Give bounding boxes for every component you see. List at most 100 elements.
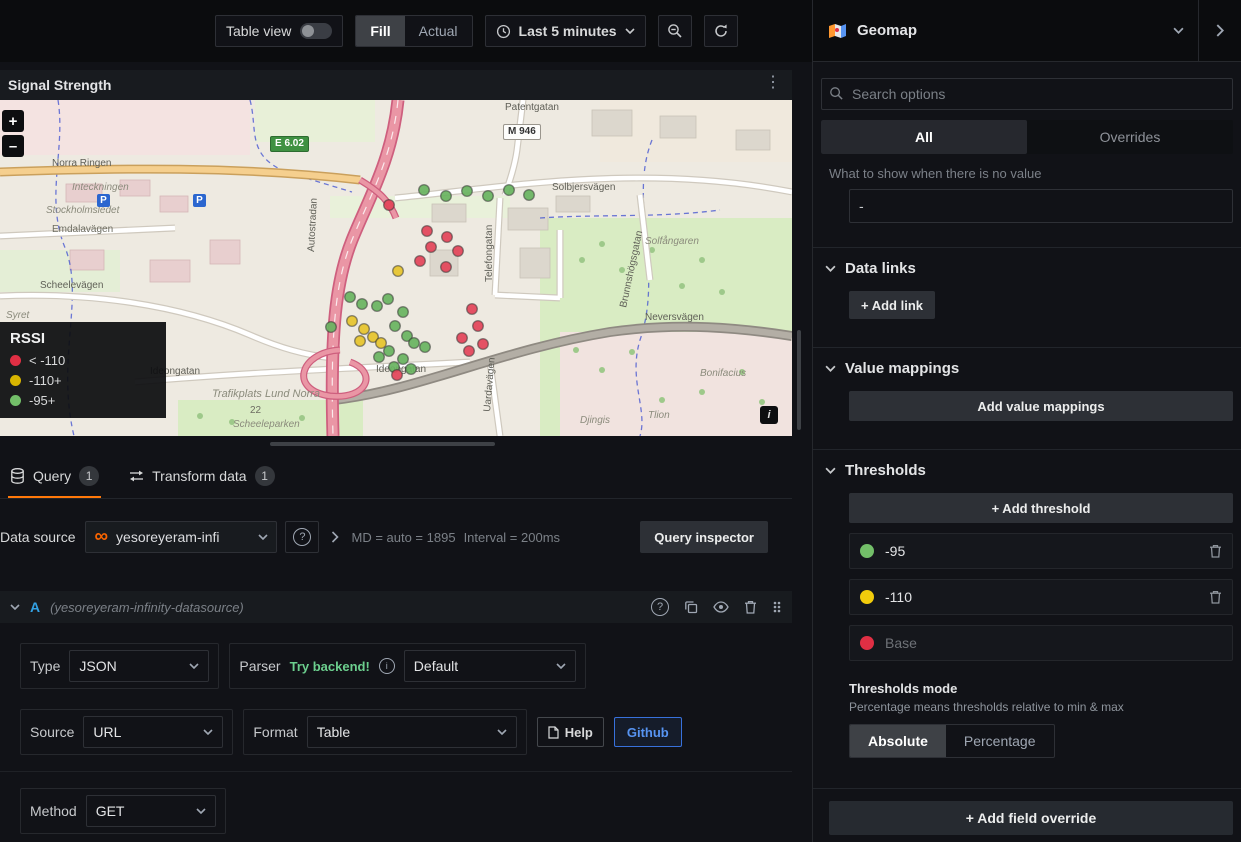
type-field: Type JSON	[20, 643, 219, 689]
help-label: Help	[565, 725, 593, 740]
panel-options-pane: All Overrides What to show when there is…	[812, 62, 1241, 842]
svg-text:Emdalavägen: Emdalavägen	[52, 224, 113, 235]
tab-transform-data[interactable]: Transform data 1	[127, 458, 276, 498]
visualization-picker[interactable]: Geomap	[813, 0, 1198, 61]
svg-text:Solfångaren: Solfångaren	[645, 235, 699, 247]
query-a-header[interactable]: A (yesoreyeram-infinity-datasource) ?	[0, 591, 792, 623]
svg-text:Inteckningen: Inteckningen	[72, 182, 129, 193]
actual-option[interactable]: Actual	[405, 16, 472, 46]
duplicate-icon[interactable]	[684, 600, 698, 614]
options-view-tabs: All Overrides	[821, 120, 1233, 154]
thresholds-title: Thresholds	[845, 462, 926, 479]
chevron-down-icon	[10, 604, 20, 610]
horizontal-scrollbar[interactable]	[270, 442, 495, 446]
datasource-picker[interactable]: ∞ yesoreyeram-infi	[85, 521, 277, 553]
mode-absolute[interactable]: Absolute	[850, 725, 946, 757]
tab-overrides[interactable]: Overrides	[1027, 120, 1233, 154]
legend-item: -95+	[10, 393, 150, 408]
source-select[interactable]: URL	[83, 716, 223, 748]
route-shield-m946: M 946	[503, 124, 541, 140]
query-inspector-button[interactable]: Query inspector	[640, 521, 768, 553]
datasource-value: yesoreyeram-infi	[116, 529, 250, 545]
mode-percentage[interactable]: Percentage	[946, 725, 1054, 757]
legend-label: < -110	[29, 353, 65, 368]
vertical-scrollbar[interactable]	[797, 330, 801, 430]
svg-text:Syret: Syret	[6, 310, 31, 321]
legend-label: -95+	[29, 393, 55, 408]
document-icon	[548, 726, 559, 739]
data-links-header[interactable]: Data links	[825, 260, 1233, 277]
query-count-badge: 1	[79, 466, 99, 486]
method-select[interactable]: GET	[86, 795, 216, 827]
info-icon[interactable]: i	[379, 658, 395, 674]
map-zoom-in-button[interactable]: +	[2, 110, 24, 132]
add-value-mappings-button[interactable]: Add value mappings	[849, 391, 1233, 421]
github-button[interactable]: Github	[614, 717, 682, 747]
threshold-row[interactable]: -95	[849, 533, 1233, 569]
chevron-down-icon	[625, 28, 635, 34]
svg-text:Norra Ringen: Norra Ringen	[52, 158, 111, 169]
section-data-links: Data links + Add link	[813, 247, 1241, 323]
threshold-color-green[interactable]	[860, 544, 874, 558]
legend-dot-red	[10, 355, 21, 366]
threshold-row-base: Base	[849, 625, 1233, 661]
options-search-input[interactable]	[821, 78, 1233, 110]
refresh-button[interactable]	[704, 15, 738, 47]
fill-option[interactable]: Fill	[356, 16, 404, 46]
stat-max-data-points: MD = auto = 1895	[351, 530, 455, 545]
svg-text:Scheeleparken: Scheeleparken	[233, 419, 300, 430]
time-range-picker[interactable]: Last 5 minutes	[485, 15, 646, 47]
type-select[interactable]: JSON	[69, 650, 209, 682]
chevron-down-icon	[825, 365, 836, 372]
hide-query-icon[interactable]	[713, 601, 729, 613]
format-value: Table	[317, 724, 350, 740]
chevron-down-icon	[556, 663, 566, 669]
tab-query-label: Query	[33, 468, 71, 484]
format-select[interactable]: Table	[307, 716, 517, 748]
no-value-input[interactable]: -	[849, 189, 1233, 223]
legend-dot-yellow	[10, 375, 21, 386]
tab-all[interactable]: All	[821, 120, 1027, 154]
add-field-override-button[interactable]: + Add field override	[829, 801, 1233, 835]
panel-menu-icon[interactable]: ⋮	[765, 72, 782, 92]
visualization-name: Geomap	[857, 22, 1163, 39]
chevron-down-icon	[189, 663, 199, 669]
drag-handle-icon[interactable]	[772, 600, 782, 614]
chevron-down-icon	[1173, 27, 1184, 34]
tab-query[interactable]: Query 1	[8, 458, 101, 498]
data-links-content: + Add link	[825, 291, 1233, 319]
trash-icon[interactable]	[1209, 590, 1222, 604]
value-mappings-header[interactable]: Value mappings	[825, 360, 1233, 377]
collapse-options-pane-button[interactable]	[1198, 0, 1241, 61]
tab-transform-label: Transform data	[152, 468, 246, 484]
map-zoom-out-button[interactable]: –	[2, 135, 24, 157]
try-backend-link[interactable]: Try backend!	[290, 659, 370, 674]
threshold-color-yellow[interactable]	[860, 590, 874, 604]
query-help-icon[interactable]: ?	[651, 598, 669, 616]
add-link-button[interactable]: + Add link	[849, 291, 935, 319]
threshold-row[interactable]: -110	[849, 579, 1233, 615]
table-view-switch[interactable]	[300, 23, 332, 39]
datasource-help-button[interactable]: ?	[285, 521, 319, 553]
map-attribution-button[interactable]: i	[760, 406, 778, 424]
trash-icon[interactable]	[1209, 544, 1222, 558]
section-add-override: + Add field override	[813, 788, 1241, 835]
parser-field: Parser Try backend! i Default	[229, 643, 585, 689]
add-threshold-button[interactable]: + Add threshold	[849, 493, 1233, 523]
parser-select[interactable]: Default	[404, 650, 576, 682]
thresholds-header[interactable]: Thresholds	[825, 462, 1233, 479]
trash-icon[interactable]	[744, 600, 757, 614]
refresh-icon	[713, 23, 729, 39]
threshold-value[interactable]: -110	[885, 589, 1209, 605]
threshold-value[interactable]: -95	[885, 543, 1209, 559]
editor-row-method: Method GET	[0, 788, 812, 834]
geomap-canvas[interactable]: InteckningenNorra RingenPatentgatanSolbj…	[0, 100, 792, 436]
database-icon	[10, 468, 25, 484]
route-shield-e602: E 6.02	[270, 136, 309, 152]
zoom-out-button[interactable]	[658, 15, 692, 47]
threshold-color-red[interactable]	[860, 636, 874, 650]
help-button[interactable]: Help	[537, 717, 604, 747]
thresholds-mode-toggle: Absolute Percentage	[849, 724, 1055, 758]
editor-toolbar: Table view Fill Actual Last 5 minutes	[0, 0, 812, 62]
chevron-right-icon	[1216, 24, 1224, 37]
